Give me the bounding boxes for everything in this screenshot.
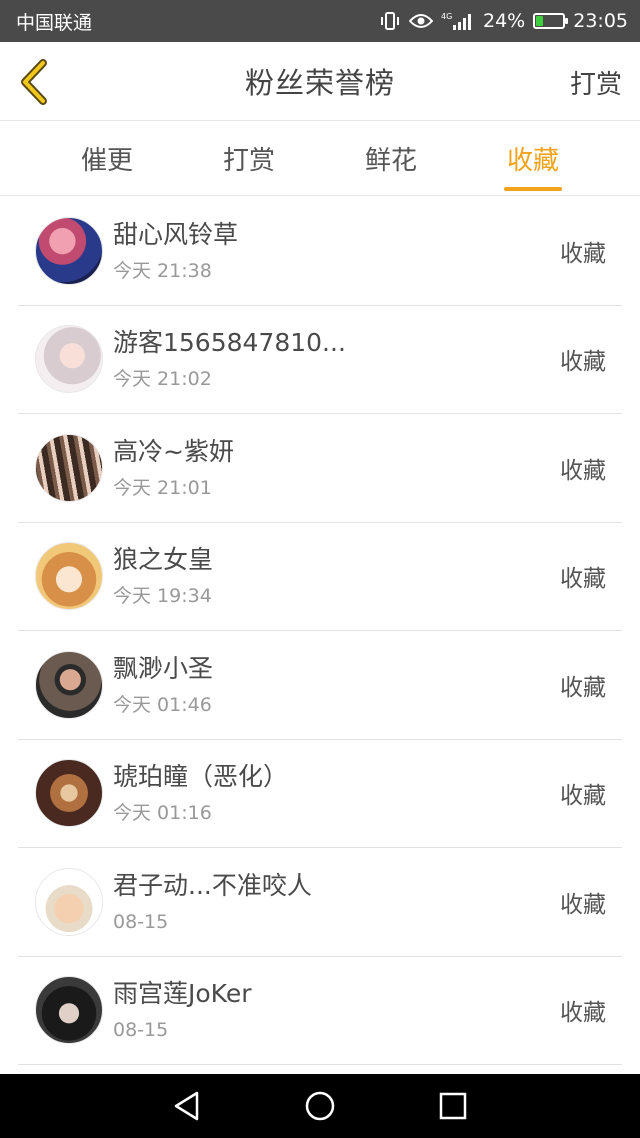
- action-label: 收藏: [560, 1000, 606, 1027]
- eye-icon: [409, 12, 433, 30]
- carrier-label: 中国联通: [16, 11, 93, 34]
- user-name: 君子动...不准咬人: [113, 870, 312, 900]
- battery-icon: [533, 13, 569, 29]
- list-item[interactable]: 高冷~紫妍今天 21:01 收藏: [18, 414, 622, 523]
- timestamp: 今天 19:34: [113, 585, 212, 608]
- action-label: 收藏: [560, 457, 606, 484]
- avatar[interactable]: [35, 759, 103, 828]
- list-item[interactable]: 飘渺小圣今天 01:46 收藏: [18, 631, 622, 740]
- signal-icon: 4G: [441, 11, 475, 31]
- svg-text:4G: 4G: [441, 12, 452, 21]
- list-item[interactable]: 游客1565847810... 今天 21:02 收藏: [18, 306, 622, 414]
- user-name: 甜心风铃草: [113, 219, 239, 249]
- user-name: 琥珀瞳（恶化）: [113, 762, 289, 792]
- list-item[interactable]: 琥珀瞳（恶化） 今天 01:16 收藏: [18, 740, 622, 848]
- avatar[interactable]: [35, 976, 103, 1045]
- nav-back-button[interactable]: [165, 1084, 209, 1128]
- avatar[interactable]: [35, 650, 103, 719]
- tab-bar: 催更 打赏 鲜花 收藏: [0, 121, 640, 196]
- user-name: 飘渺小圣: [113, 653, 214, 683]
- action-label: 收藏: [560, 349, 606, 376]
- user-name: 雨宫莲JoKer: [113, 979, 252, 1009]
- timestamp: 今天 21:01: [113, 476, 212, 499]
- status-bar: 中国联通 4G 24% 23:05: [0, 0, 640, 42]
- fan-list: 甜心风铃草今天 21:38 收藏 游客1565847810... 今天 21:02…: [0, 197, 640, 1065]
- action-label: 收藏: [560, 240, 606, 267]
- home-circle-icon: [305, 1091, 335, 1121]
- recents-square-icon: [440, 1092, 467, 1120]
- timestamp: 今天 01:16: [113, 802, 212, 825]
- list-item[interactable]: 狼之女皇今天 19:34 收藏: [18, 523, 622, 631]
- battery-percent: 24%: [483, 10, 526, 32]
- action-label: 收藏: [560, 566, 606, 593]
- status-icons: 4G 24% 23:05: [379, 10, 628, 32]
- timestamp: 今天 21:38: [113, 259, 212, 282]
- nav-recents-button[interactable]: [431, 1084, 475, 1128]
- user-name: 高冷~紫妍: [113, 436, 234, 466]
- timestamp: 今天 21:02: [113, 368, 212, 391]
- avatar[interactable]: [35, 867, 103, 936]
- avatar[interactable]: [35, 325, 103, 394]
- list-item[interactable]: 雨宫莲JoKer 08-15 收藏: [18, 957, 622, 1065]
- tab-collect[interactable]: 收藏: [462, 121, 604, 195]
- clock: 23:05: [573, 10, 628, 32]
- reward-button[interactable]: 打赏: [570, 64, 622, 101]
- system-nav-bar: [0, 1074, 640, 1138]
- page-title: 粉丝荣誉榜: [244, 66, 395, 100]
- tab-reward[interactable]: 打赏: [178, 121, 320, 195]
- tab-flowers[interactable]: 鲜花: [320, 121, 462, 195]
- timestamp: 08-15: [113, 1019, 169, 1042]
- nav-home-button[interactable]: [298, 1084, 342, 1128]
- list-item[interactable]: 君子动...不准咬人 08-15 收藏: [18, 848, 622, 957]
- action-label: 收藏: [560, 674, 606, 701]
- user-name: 游客1565847810...: [113, 328, 346, 358]
- timestamp: 08-15: [113, 910, 169, 933]
- vibrate-icon: [379, 11, 401, 31]
- avatar[interactable]: [35, 542, 103, 611]
- avatar[interactable]: [35, 216, 103, 285]
- tab-urge[interactable]: 催更: [36, 121, 178, 195]
- back-triangle-icon: [174, 1091, 198, 1121]
- back-button[interactable]: [14, 58, 54, 106]
- list-item[interactable]: 甜心风铃草今天 21:38 收藏: [18, 197, 622, 306]
- avatar[interactable]: [35, 433, 103, 502]
- user-name: 狼之女皇: [113, 545, 214, 575]
- timestamp: 今天 01:46: [113, 693, 212, 716]
- chevron-left-icon: [21, 59, 47, 105]
- action-label: 收藏: [560, 891, 606, 918]
- app-header: 粉丝荣誉榜 打赏: [0, 42, 640, 121]
- action-label: 收藏: [560, 783, 606, 810]
